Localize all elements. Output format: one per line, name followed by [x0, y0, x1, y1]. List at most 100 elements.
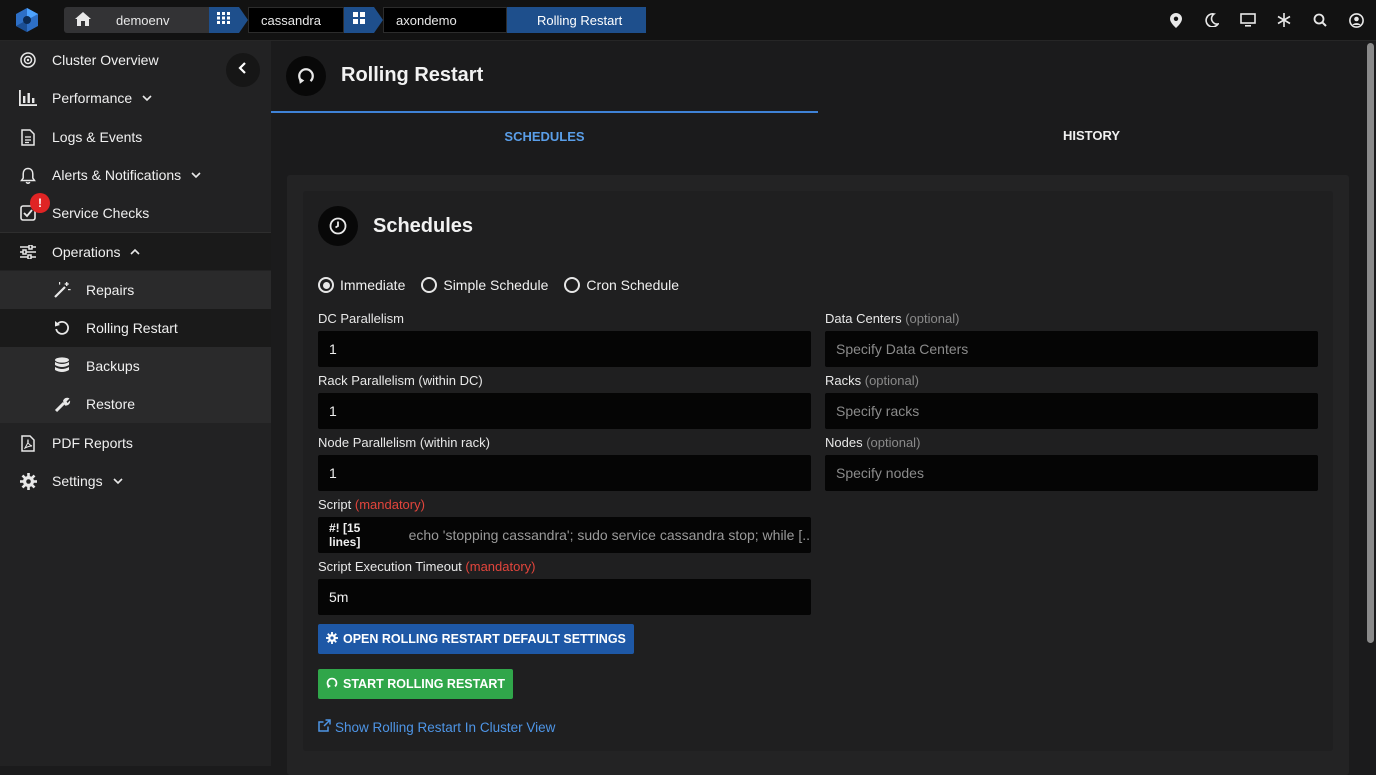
card-title: Schedules — [373, 215, 474, 237]
sidebar-item-rolling-restart[interactable]: Rolling Restart — [0, 309, 271, 347]
tab-schedules[interactable]: SCHEDULES — [271, 111, 818, 159]
radio-simple-schedule[interactable]: Simple Schedule — [421, 277, 548, 293]
environment-grid-button[interactable] — [209, 7, 239, 33]
bell-icon — [18, 165, 38, 185]
sidebar-item-label: Rolling Restart — [86, 320, 178, 336]
breadcrumb-org-label: axondemo — [396, 12, 457, 28]
sidebar-item-label: Cluster Overview — [52, 52, 159, 68]
sidebar-item-label: Performance — [52, 90, 133, 106]
sidebar-item-operations[interactable]: Operations — [0, 232, 271, 270]
button-label: OPEN ROLLING RESTART DEFAULT SETTINGS — [343, 632, 626, 646]
radio-cron-schedule[interactable]: Cron Schedule — [564, 277, 679, 293]
data-centers-input[interactable]: Specify Data Centers — [825, 331, 1318, 367]
sidebar-item-label: Repairs — [86, 282, 135, 298]
script-field: Script (mandatory) #! [15 lines] echo 's… — [318, 497, 811, 553]
sidebar-item-service-checks[interactable]: ! Service Checks — [0, 193, 271, 232]
optional-tag: (optional) — [905, 311, 960, 326]
breadcrumb-environment[interactable]: demoenv — [102, 7, 209, 33]
cluster-grid-button[interactable] — [344, 7, 374, 33]
user-account-icon[interactable] — [1348, 12, 1364, 28]
rack-parallelism-field: Rack Parallelism (within DC) 1 — [318, 373, 811, 429]
sidebar-item-repairs[interactable]: Repairs — [0, 271, 271, 309]
breadcrumb: demoenv cassandra axondemo Rolling Resta… — [64, 7, 647, 33]
search-icon[interactable] — [1312, 12, 1328, 28]
sidebar-item-cluster-overview[interactable]: Cluster Overview — [0, 41, 271, 79]
field-label: Script Execution Timeout — [318, 559, 462, 574]
sidebar-item-label: Operations — [52, 243, 121, 260]
bar-chart-icon — [18, 88, 38, 108]
breadcrumb-cluster-label: cassandra — [261, 12, 321, 28]
field-label: Nodes — [825, 435, 863, 450]
moon-icon[interactable] — [1204, 12, 1220, 28]
sidebar-item-alerts[interactable]: Alerts & Notifications — [0, 156, 271, 194]
database-icon — [52, 356, 72, 376]
field-label: DC Parallelism — [318, 311, 404, 326]
link-label: Show Rolling Restart In Cluster View — [335, 719, 556, 735]
breadcrumb-environment-label: demoenv — [116, 12, 170, 28]
schedule-type-radio-group: Immediate Simple Schedule Cron Schedule — [318, 277, 679, 293]
dc-parallelism-input[interactable]: 1 — [318, 331, 811, 367]
sidebar-item-performance[interactable]: Performance — [0, 79, 271, 117]
radio-unchecked-icon — [421, 277, 438, 293]
schedules-card: Schedules Immediate Simple Schedule Cron… — [303, 191, 1333, 751]
field-label: Node Parallelism (within rack) — [318, 435, 490, 450]
racks-field: Racks (optional) Specify racks — [825, 373, 1318, 429]
target-icon — [18, 50, 38, 70]
sidebar: Cluster Overview Performance Logs & Even… — [0, 41, 271, 766]
timeout-input[interactable]: 5m — [318, 579, 811, 615]
open-default-settings-button[interactable]: OPEN ROLLING RESTART DEFAULT SETTINGS — [318, 624, 634, 654]
page-restart-icon — [286, 56, 326, 96]
script-input[interactable]: #! [15 lines] echo 'stopping cassandra';… — [318, 517, 811, 553]
button-label: START ROLLING RESTART — [343, 677, 506, 691]
sidebar-item-logs-events[interactable]: Logs & Events — [0, 118, 271, 156]
radio-label: Immediate — [340, 277, 406, 293]
app-logo-icon[interactable] — [14, 7, 40, 33]
sidebar-item-settings[interactable]: Settings — [0, 462, 271, 500]
tab-bar: SCHEDULES HISTORY — [271, 111, 1365, 161]
snowflake-icon[interactable] — [1276, 12, 1292, 28]
sidebar-item-label: PDF Reports — [52, 435, 133, 451]
top-icons — [1168, 12, 1364, 28]
start-rolling-restart-button[interactable]: START ROLLING RESTART — [318, 669, 514, 699]
nodes-field: Nodes (optional) Specify nodes — [825, 435, 1318, 491]
field-label: Script — [318, 497, 352, 512]
scrollbar-thumb[interactable] — [1367, 43, 1374, 643]
sidebar-item-label: Restore — [86, 396, 136, 412]
chevron-down-icon — [113, 478, 123, 485]
sidebar-item-label: Backups — [86, 358, 140, 374]
sidebar-item-backups[interactable]: Backups — [0, 347, 271, 385]
breadcrumb-org[interactable]: axondemo — [383, 7, 507, 33]
monitor-icon[interactable] — [1240, 12, 1256, 28]
racks-input[interactable]: Specify racks — [825, 393, 1318, 429]
location-pin-icon[interactable] — [1168, 12, 1184, 28]
field-label: Data Centers — [825, 311, 902, 326]
show-in-cluster-view-link[interactable]: Show Rolling Restart In Cluster View — [318, 719, 555, 735]
radio-immediate[interactable]: Immediate — [318, 277, 405, 293]
nodes-input[interactable]: Specify nodes — [825, 455, 1318, 491]
main-content: Rolling Restart SCHEDULES HISTORY Schedu… — [271, 41, 1365, 775]
page-title: Rolling Restart — [341, 64, 484, 86]
sidebar-item-label: Alerts & Notifications — [52, 167, 182, 183]
breadcrumb-home[interactable] — [64, 7, 102, 33]
top-bar: demoenv cassandra axondemo Rolling Resta… — [0, 0, 1376, 41]
dc-parallelism-field: DC Parallelism 1 — [318, 311, 811, 367]
field-label: Racks — [825, 373, 862, 388]
gear-icon — [18, 471, 38, 491]
timeout-field: Script Execution Timeout (mandatory) 5m — [318, 559, 811, 615]
sidebar-item-pdf-reports[interactable]: PDF Reports — [0, 424, 271, 462]
mandatory-tag: (mandatory) — [465, 559, 536, 574]
optional-tag: (optional) — [864, 373, 919, 388]
tab-history[interactable]: HISTORY — [818, 111, 1365, 159]
magic-wand-icon — [52, 280, 72, 300]
breadcrumb-current-label: Rolling Restart — [537, 12, 623, 28]
sidebar-item-restore[interactable]: Restore — [0, 385, 271, 423]
script-lines-tag: #! [15 lines] — [329, 521, 361, 549]
cluster-grid-icon — [353, 11, 365, 29]
rack-parallelism-input[interactable]: 1 — [318, 393, 811, 429]
node-parallelism-input[interactable]: 1 — [318, 455, 811, 491]
schedules-panel: Schedules Immediate Simple Schedule Cron… — [287, 175, 1349, 775]
breadcrumb-cluster[interactable]: cassandra — [248, 7, 344, 33]
sidebar-item-label: Settings — [52, 473, 103, 489]
page-scrollbar[interactable] — [1365, 41, 1376, 766]
restart-icon — [52, 318, 72, 338]
